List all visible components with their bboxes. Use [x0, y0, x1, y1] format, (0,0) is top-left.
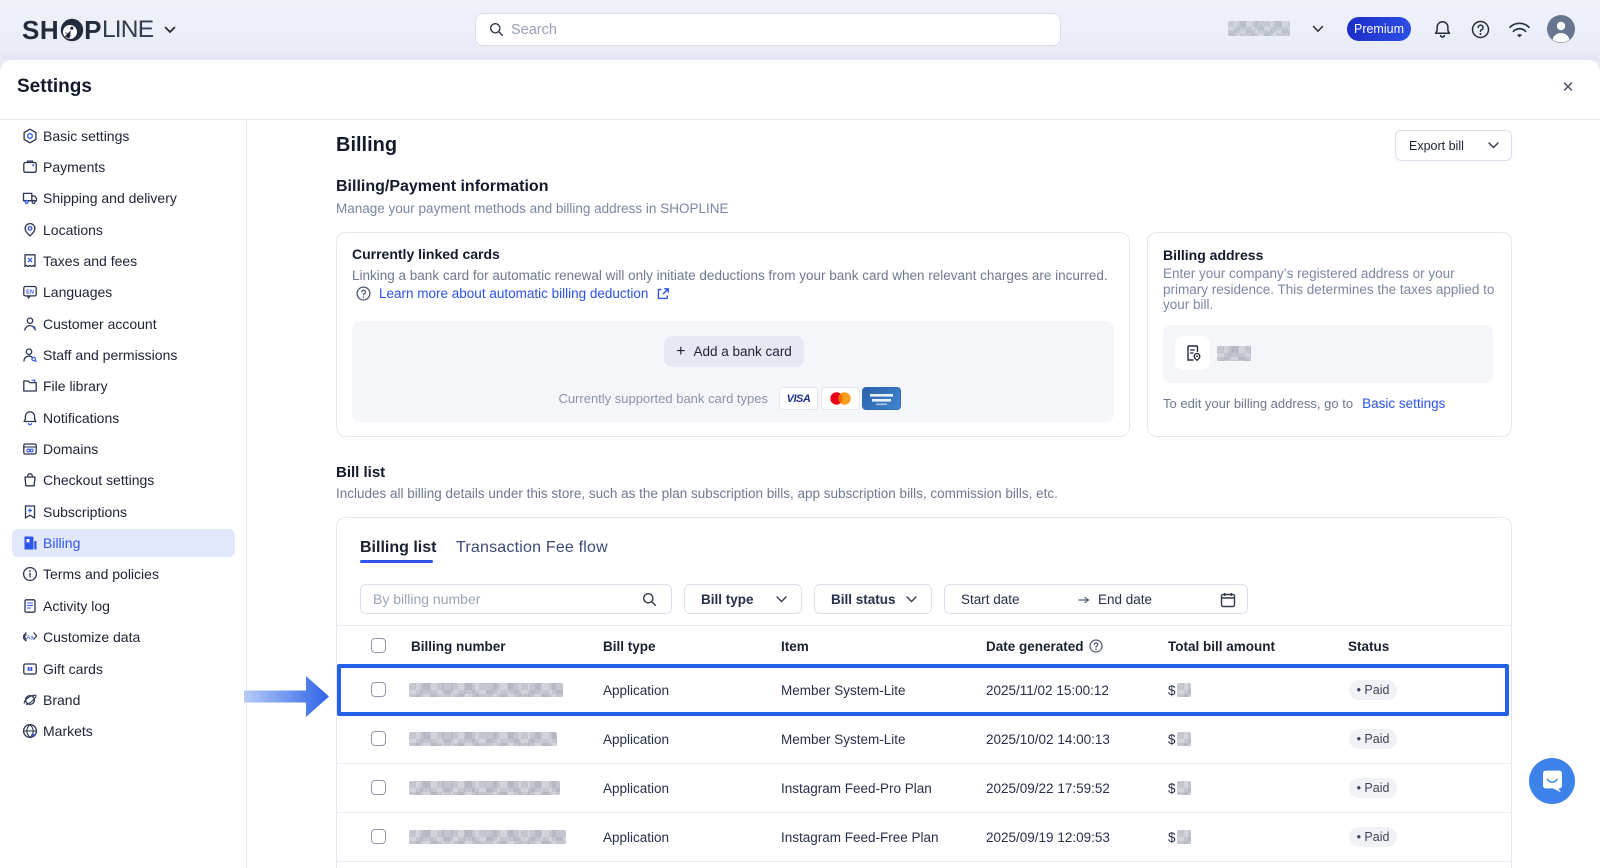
svg-text:EN: EN — [26, 290, 34, 296]
svg-text:Aa: Aa — [26, 635, 34, 641]
